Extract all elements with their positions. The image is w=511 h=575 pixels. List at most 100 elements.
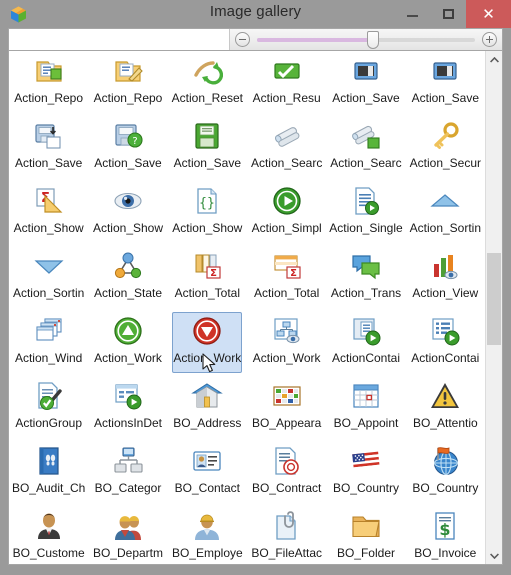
gallery-item[interactable]: Action_Single: [326, 180, 405, 245]
gallery-item-label: Action_Show: [92, 221, 164, 235]
gallery-item[interactable]: ActionGroup: [9, 375, 88, 440]
gallery-item[interactable]: BO_Appoint: [326, 375, 405, 440]
gallery-item[interactable]: Action_Work: [88, 310, 167, 375]
save-green-icon: [190, 119, 224, 153]
gallery-item[interactable]: ActionsInDet: [88, 375, 167, 440]
up-circle-green-icon: [111, 314, 145, 348]
minimize-button[interactable]: [394, 0, 430, 28]
gallery-item-label: ActionGroup: [15, 416, 83, 430]
gallery-item[interactable]: BO_Appeara: [247, 375, 326, 440]
search-input[interactable]: [9, 29, 229, 50]
sort-ascending-icon: [428, 184, 462, 218]
gallery-item[interactable]: BO_Custome: [9, 505, 88, 564]
play-circle-icon: [270, 184, 304, 218]
folder-icon: [349, 509, 383, 543]
scroll-up-arrow-icon[interactable]: [486, 51, 502, 68]
table-sum-icon: Σ: [270, 249, 304, 283]
sort-descending-icon: [32, 249, 66, 283]
gallery-item[interactable]: Action_Resu: [247, 51, 326, 115]
title-bar[interactable]: Image gallery ✕: [0, 0, 511, 28]
gallery-item[interactable]: Action_Save: [9, 115, 88, 180]
scroll-down-arrow-icon[interactable]: [486, 547, 502, 564]
sum-triangle-icon: Σ: [32, 184, 66, 218]
close-button[interactable]: ✕: [466, 0, 511, 28]
zoom-out-button[interactable]: [235, 32, 250, 47]
svg-text:{}: {}: [200, 196, 216, 211]
windows-stack-icon: [32, 314, 66, 348]
gallery-item[interactable]: Action_View: [406, 245, 485, 310]
gallery-item[interactable]: Action_Work: [247, 310, 326, 375]
gallery-item[interactable]: Action_Save: [168, 115, 247, 180]
gallery-item[interactable]: BO_Contract: [247, 440, 326, 505]
gallery-item[interactable]: BO_Contact: [168, 440, 247, 505]
gallery-item[interactable]: Σ Action_Show: [9, 180, 88, 245]
report-export-icon: [32, 54, 66, 88]
gallery-item-label: BO_Attentio: [412, 416, 478, 430]
zoom-in-button[interactable]: [482, 32, 497, 47]
maximize-button[interactable]: [430, 0, 466, 28]
gallery-item[interactable]: BO_Departm: [88, 505, 167, 564]
gallery-item[interactable]: BO_Audit_Ch: [9, 440, 88, 505]
gallery-item[interactable]: Σ Action_Total: [168, 245, 247, 310]
gallery-item[interactable]: BO_Attentio: [406, 375, 485, 440]
gallery-item[interactable]: $ BO_Invoice: [406, 505, 485, 564]
gallery-item[interactable]: Action_Searc: [247, 115, 326, 180]
gallery-item[interactable]: BO_Categor: [88, 440, 167, 505]
gallery-item[interactable]: Action_Sortin: [406, 180, 485, 245]
gallery-item[interactable]: Action_Work: [168, 310, 247, 375]
gallery-item-label: Action_Simpl: [251, 221, 322, 235]
gallery-item[interactable]: {} Action_Show: [168, 180, 247, 245]
gallery-item[interactable]: Action_Searc: [326, 115, 405, 180]
gallery-item[interactable]: Action_Trans: [326, 245, 405, 310]
gallery-item[interactable]: ActionContai: [326, 310, 405, 375]
gallery-item[interactable]: Action_Show: [88, 180, 167, 245]
gallery-item-label: Action_Show: [13, 221, 84, 235]
gallery-item-label: Action_Save: [14, 156, 83, 170]
gallery-item[interactable]: BO_Employe: [168, 505, 247, 564]
gallery-item[interactable]: Action_Sortin: [9, 245, 88, 310]
gallery-item-label: BO_Departm: [92, 546, 163, 560]
gallery-item[interactable]: ? Action_Save: [88, 115, 167, 180]
gallery-item[interactable]: Action_Wind: [9, 310, 88, 375]
report-edit-icon: [111, 54, 145, 88]
resume-green-icon: [270, 54, 304, 88]
gallery-item[interactable]: BO_Country: [326, 440, 405, 505]
save-blue-icon: [428, 54, 462, 88]
gallery-item-label: Action_Trans: [330, 286, 402, 300]
gallery-item[interactable]: ActionContai: [406, 310, 485, 375]
gallery-item[interactable]: Action_Repo: [9, 51, 88, 115]
gallery-item[interactable]: Action_Save: [326, 51, 405, 115]
gallery-item[interactable]: BO_Country: [406, 440, 485, 505]
zoom-slider-track[interactable]: [257, 30, 475, 49]
reset-refresh-icon: [190, 54, 224, 88]
close-icon: ✕: [482, 5, 495, 23]
invoice-dollar-icon: $: [428, 509, 462, 543]
gallery-item[interactable]: Action_Repo: [88, 51, 167, 115]
warning-triangle-icon: [428, 379, 462, 413]
gallery-item-label: Action_Show: [172, 221, 243, 235]
gallery-item[interactable]: BO_Address: [168, 375, 247, 440]
gallery-item-label: Action_Work: [173, 351, 242, 365]
gallery-item-label: BO_Folder: [336, 546, 395, 560]
vertical-scrollbar[interactable]: [485, 51, 502, 564]
workers-group-icon: [111, 509, 145, 543]
scrollbar-thumb[interactable]: [487, 252, 501, 345]
gallery-item[interactable]: Action_State: [88, 245, 167, 310]
bar-chart-eye-icon: [428, 249, 462, 283]
gallery-item-label: BO_Contact: [174, 481, 241, 495]
search-field-container[interactable]: [9, 29, 230, 50]
gallery-item[interactable]: Action_Reset: [168, 51, 247, 115]
toolbar: [8, 28, 503, 50]
pipes-search-icon: [270, 119, 304, 153]
gallery-item[interactable]: Action_Simpl: [247, 180, 326, 245]
gallery-item[interactable]: BO_Folder: [326, 505, 405, 564]
gallery-item[interactable]: Action_Save: [406, 51, 485, 115]
braces-document-icon: {}: [190, 184, 224, 218]
gallery-item-label: Action_Save: [332, 91, 400, 105]
gallery-item-label: BO_Contract: [251, 481, 322, 495]
gallery-item[interactable]: BO_FileAttac: [247, 505, 326, 564]
gallery-item[interactable]: Action_Secur: [406, 115, 485, 180]
gallery-item[interactable]: Σ Action_Total: [247, 245, 326, 310]
gallery-item-label: Action_Repo: [14, 91, 84, 105]
zoom-slider-thumb[interactable]: [366, 30, 379, 49]
